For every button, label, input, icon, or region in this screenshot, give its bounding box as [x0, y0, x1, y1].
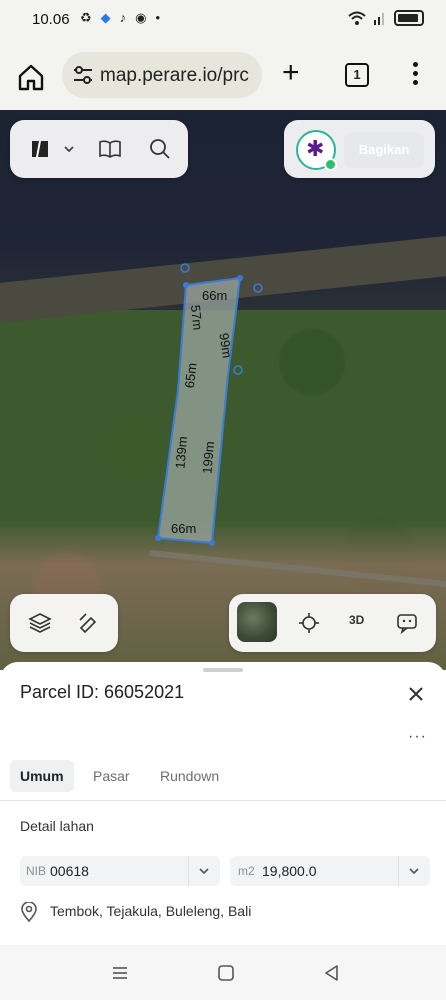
location-pin-icon	[21, 902, 37, 922]
more-vertical-icon[interactable]	[411, 62, 419, 88]
browser-toolbar: map.perare.io/prc + 1	[0, 40, 446, 110]
map-style-icon[interactable]	[28, 137, 52, 161]
layers-icon[interactable]	[28, 611, 52, 635]
share-button[interactable]: Bagikan	[344, 132, 424, 168]
satellite-map[interactable]: 66m 57m 99m 65m 139m 199m 66m ✱ Bagikan …	[0, 110, 446, 670]
wifi-icon	[348, 11, 366, 25]
area-prefix: m2	[238, 864, 255, 878]
address-bar[interactable]: map.perare.io/prc	[62, 52, 262, 98]
more-options-button[interactable]: ···	[408, 728, 427, 746]
search-icon[interactable]	[148, 137, 172, 161]
edge-label-left-top: 57m	[187, 304, 206, 331]
home-square-icon[interactable]	[216, 963, 236, 983]
area-field[interactable]: m2 19,800.0	[230, 856, 430, 886]
feedback-icon[interactable]	[395, 611, 419, 635]
field-separator	[398, 856, 399, 886]
chevron-down-icon[interactable]	[62, 137, 76, 161]
map-top-right-panel: ✱ Bagikan	[284, 120, 435, 178]
close-icon[interactable]	[406, 684, 426, 704]
status-bar: 10.06 ♻ ◆ ♪ ◉ •	[0, 0, 446, 40]
edge-label-bottom: 66m	[171, 521, 197, 536]
parcel-title: Parcel ID: 66052021	[20, 682, 185, 702]
nib-field[interactable]: NIB 00618	[20, 856, 220, 886]
status-time: 10.06	[32, 11, 70, 28]
url-text[interactable]: map.perare.io/prc	[100, 65, 256, 87]
tiktok-icon: ♪	[119, 10, 127, 25]
dot-icon: •	[155, 10, 161, 25]
system-nav-bar	[0, 945, 446, 1000]
parcel-sheet: Parcel ID: 66052021 ··· Umum Pasar Rundo…	[0, 662, 446, 945]
satellite-thumbnail-icon[interactable]	[237, 602, 277, 642]
asterisk-icon: ✱	[306, 136, 325, 161]
edge-label-left-mid: 65m	[181, 362, 200, 389]
nib-prefix: NIB	[26, 864, 47, 878]
home-icon[interactable]	[16, 62, 46, 92]
tab-divider	[0, 800, 446, 801]
recent-apps-icon[interactable]	[110, 963, 130, 983]
signal-icon	[374, 13, 384, 25]
sheet-grabber[interactable]	[203, 668, 243, 672]
tab-rundown[interactable]: Rundown	[150, 760, 229, 792]
crosshair-icon[interactable]	[297, 611, 321, 635]
parcel-polygon[interactable]	[0, 110, 446, 670]
tab-pasar[interactable]: Pasar	[83, 760, 140, 792]
address-text: Tembok, Tejakula, Buleleng, Bali	[50, 903, 252, 919]
back-icon[interactable]	[322, 963, 342, 983]
book-icon[interactable]	[98, 137, 122, 161]
recycle-icon: ♻	[80, 10, 92, 25]
blue-dot-icon: ◆	[100, 10, 111, 25]
tabs-icon[interactable]: 1	[345, 63, 369, 87]
tab-umum[interactable]: Umum	[10, 760, 74, 792]
chevron-down-icon[interactable]	[408, 865, 420, 877]
edge-label-left-bottom: 139m	[172, 435, 191, 470]
battery-icon	[394, 10, 424, 26]
tune-icon[interactable]	[72, 65, 94, 85]
edge-label-right-bottom: 199m	[199, 440, 218, 475]
map-bottom-left-panel	[10, 594, 118, 652]
field-separator	[188, 856, 189, 886]
avatar[interactable]: ✱	[296, 130, 337, 171]
chrome-icon: ◉	[135, 10, 147, 25]
map-top-toolbar	[10, 120, 188, 178]
pencil-icon[interactable]	[76, 611, 100, 635]
area-value: 19,800.0	[262, 863, 317, 879]
chevron-down-icon[interactable]	[198, 865, 210, 877]
map-bottom-right-panel: 3D	[229, 594, 436, 652]
section-title: Detail lahan	[20, 818, 94, 834]
edge-label-top: 66m	[202, 288, 228, 303]
nib-value: 00618	[50, 863, 89, 879]
online-dot	[324, 158, 337, 171]
plus-icon[interactable]: +	[282, 58, 300, 88]
3d-icon[interactable]: 3D	[349, 613, 373, 637]
